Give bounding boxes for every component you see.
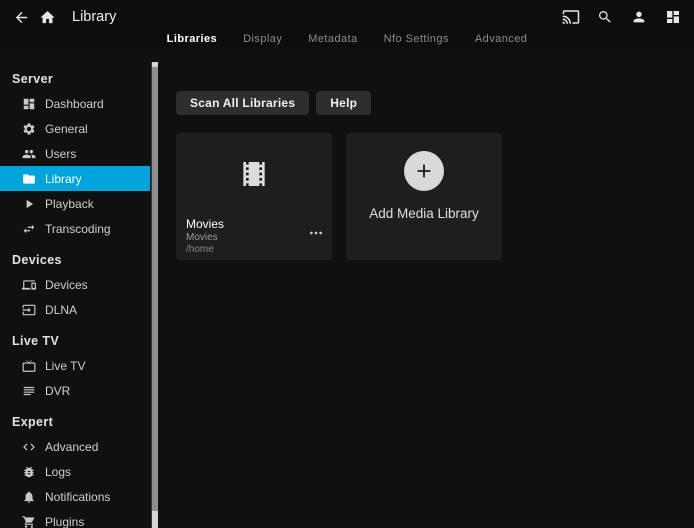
sidebar-scrollbar-thumb[interactable]	[152, 67, 158, 511]
sidebar-item-library[interactable]: Library	[0, 166, 150, 191]
top-bar-row: Library	[0, 0, 694, 30]
sidebar-item-playback[interactable]: Playback	[0, 191, 150, 216]
tab-libraries[interactable]: Libraries	[167, 33, 217, 45]
library-card-title: Movies	[186, 217, 322, 231]
plus-icon	[413, 160, 435, 182]
sidebar-section-devices: Devices	[0, 251, 158, 269]
user-icon	[631, 9, 647, 25]
admin-sidebar: Server Dashboard General Users Library	[0, 48, 158, 528]
sidebar-item-label: Notifications	[45, 490, 110, 504]
play-icon	[22, 197, 36, 211]
add-media-library-label: Add Media Library	[369, 206, 479, 221]
add-media-library-card[interactable]: Add Media Library	[346, 133, 502, 260]
tab-metadata[interactable]: Metadata	[308, 33, 357, 45]
sidebar-item-notifications[interactable]: Notifications	[0, 484, 150, 509]
library-card-movies[interactable]: Movies Movies /home	[176, 133, 332, 260]
cart-icon	[22, 515, 36, 528]
live-tv-icon	[22, 359, 36, 373]
cast-icon	[562, 8, 580, 26]
sidebar-scrollbar[interactable]	[151, 62, 158, 528]
sidebar-item-devices[interactable]: Devices	[0, 272, 150, 297]
top-bar: Library	[0, 0, 694, 48]
users-icon	[22, 147, 36, 161]
cast-button[interactable]	[558, 6, 584, 28]
sidebar-item-users[interactable]: Users	[0, 141, 150, 166]
sidebar-item-label: Plugins	[45, 515, 84, 528]
sidebar-item-advanced[interactable]: Advanced	[0, 434, 150, 459]
sidebar-item-general[interactable]: General	[0, 116, 150, 141]
sidebar-item-label: Live TV	[45, 359, 85, 373]
sidebar-item-live-tv[interactable]: Live TV	[0, 353, 150, 378]
sidebar-item-label: Playback	[45, 197, 94, 211]
library-actions: Scan All Libraries Help	[176, 91, 694, 115]
sidebar-item-label: Advanced	[45, 440, 98, 454]
sidebar-item-label: Transcoding	[45, 222, 111, 236]
library-card-text: Movies Movies /home	[176, 215, 332, 256]
dvr-list-icon	[22, 384, 36, 398]
library-settings-panel: Scan All Libraries Help Movies Movies /h…	[158, 48, 694, 528]
sidebar-item-dvr[interactable]: DVR	[0, 378, 150, 403]
back-button[interactable]	[8, 6, 34, 28]
add-circle	[404, 151, 444, 191]
sidebar-item-label: DLNA	[45, 303, 77, 317]
sidebar-section-live-tv: Live TV	[0, 332, 158, 350]
search-button[interactable]	[592, 6, 618, 28]
transcode-icon	[22, 222, 36, 236]
sidebar-item-plugins[interactable]: Plugins	[0, 509, 150, 528]
tab-advanced[interactable]: Advanced	[475, 33, 527, 45]
page-title: Library	[72, 9, 116, 25]
sidebar-item-label: General	[45, 122, 88, 136]
sidebar-item-label: Logs	[45, 465, 71, 479]
settings-icon	[22, 122, 36, 136]
home-button[interactable]	[34, 6, 60, 28]
user-button[interactable]	[626, 6, 652, 28]
library-card-path: /home	[186, 244, 322, 256]
input-icon	[22, 303, 36, 317]
library-card-image-area	[176, 133, 332, 215]
sidebar-item-label: Library	[45, 172, 82, 186]
bell-icon	[22, 490, 36, 504]
library-card-type: Movies	[186, 232, 322, 244]
devices-icon	[22, 278, 36, 292]
sidebar-item-logs[interactable]: Logs	[0, 459, 150, 484]
sidebar-item-label: Users	[45, 147, 76, 161]
arrow-back-icon	[13, 9, 30, 26]
help-button[interactable]: Help	[316, 91, 371, 115]
tab-display[interactable]: Display	[243, 33, 282, 45]
topbar-actions	[558, 6, 686, 28]
scan-all-libraries-button[interactable]: Scan All Libraries	[176, 91, 309, 115]
dashboard-icon	[22, 97, 36, 111]
settings-tabs: Libraries Display Metadata Nfo Settings …	[0, 30, 694, 48]
more-horiz-icon	[308, 225, 324, 241]
folder-icon	[22, 172, 36, 186]
tab-nfo-settings[interactable]: Nfo Settings	[384, 33, 449, 45]
sidebar-item-dashboard[interactable]: Dashboard	[0, 91, 150, 116]
home-icon	[39, 9, 56, 26]
search-icon	[597, 9, 613, 25]
sidebar-item-label: Dashboard	[45, 97, 104, 111]
sidebar-item-label: Devices	[45, 278, 88, 292]
sidebar-item-label: DVR	[45, 384, 70, 398]
page-layout: Server Dashboard General Users Library	[0, 48, 694, 528]
dashboard-grid-icon	[665, 9, 681, 25]
sidebar-item-dlna[interactable]: DLNA	[0, 297, 150, 322]
library-card-menu-button[interactable]	[306, 225, 326, 241]
bug-icon	[22, 465, 36, 479]
code-icon	[22, 440, 36, 454]
sidebar-item-transcoding[interactable]: Transcoding	[0, 216, 150, 241]
sidebar-section-server: Server	[0, 70, 158, 88]
library-cards: Movies Movies /home Add M	[176, 133, 694, 260]
dashboard-button[interactable]	[660, 6, 686, 28]
film-strip-icon	[238, 158, 270, 190]
sidebar-section-expert: Expert	[0, 413, 158, 431]
